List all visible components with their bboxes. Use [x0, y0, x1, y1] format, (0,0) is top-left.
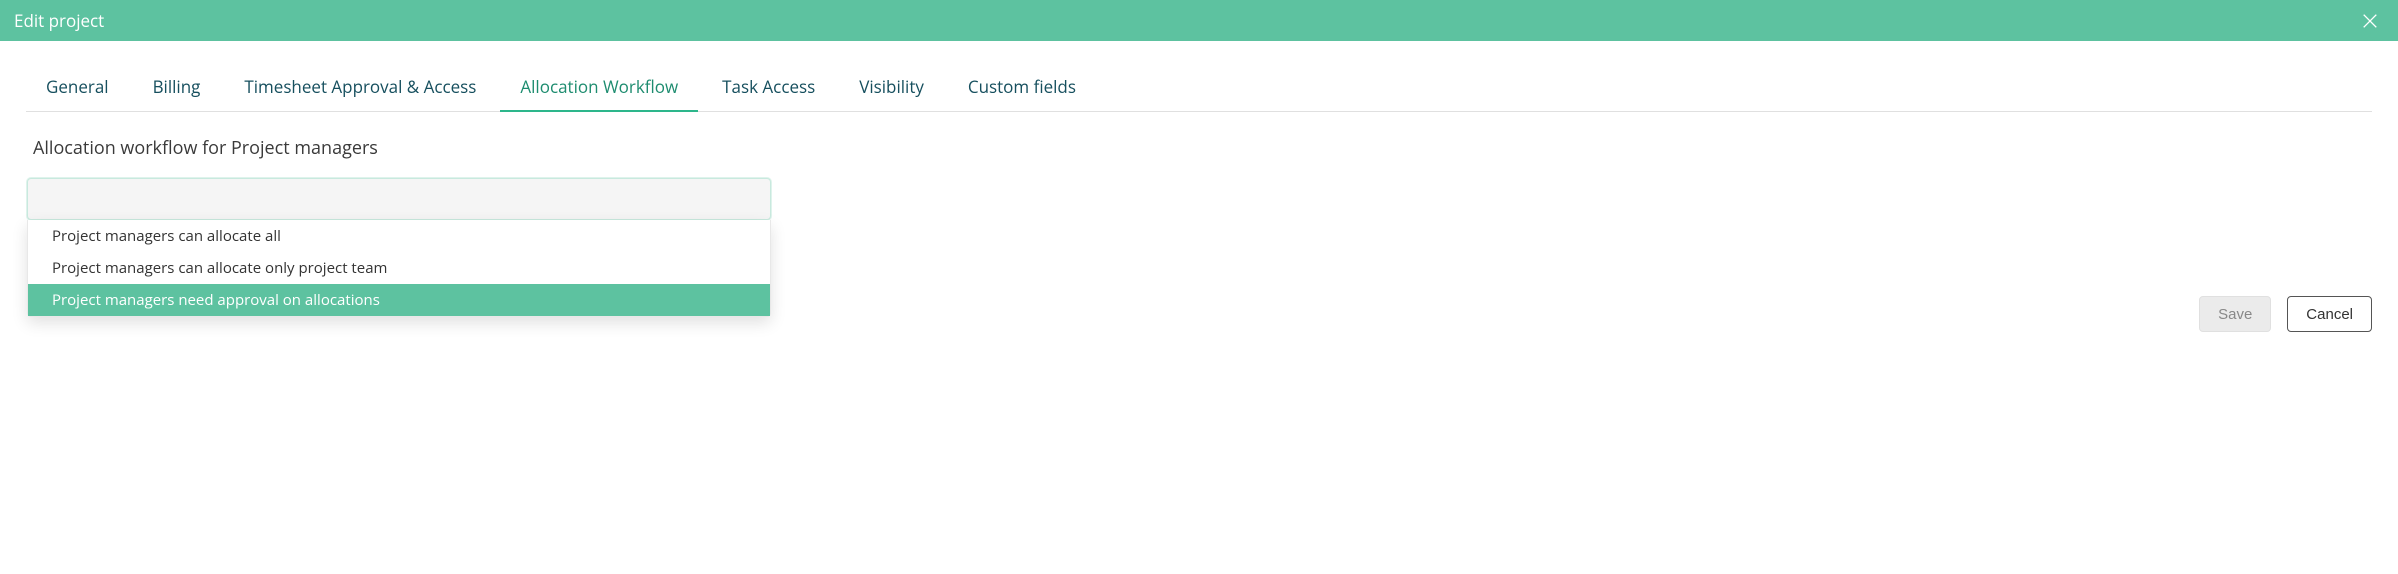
tab-timesheet-approval-access[interactable]: Timesheet Approval & Access [224, 75, 496, 111]
tab-custom-fields[interactable]: Custom fields [948, 75, 1096, 111]
tab-general[interactable]: General [26, 75, 129, 111]
tabs-list: General Billing Timesheet Approval & Acc… [26, 41, 2372, 112]
close-icon[interactable] [2360, 11, 2380, 31]
workflow-option-allocate-team[interactable]: Project managers can allocate only proje… [28, 252, 770, 284]
workflow-option-allocate-all[interactable]: Project managers can allocate all [28, 220, 770, 252]
tab-billing[interactable]: Billing [133, 75, 221, 111]
cancel-button[interactable]: Cancel [2287, 296, 2372, 332]
section-title: Allocation workflow for Project managers [33, 136, 2398, 160]
tab-visibility[interactable]: Visibility [839, 75, 944, 111]
save-button[interactable]: Save [2199, 296, 2271, 332]
workflow-dropdown: Project managers can allocate all Projec… [27, 178, 771, 220]
workflow-dropdown-list: Project managers can allocate all Projec… [27, 220, 771, 317]
workflow-dropdown-input[interactable] [27, 178, 771, 220]
tab-task-access[interactable]: Task Access [702, 75, 835, 111]
dialog-header: Edit project [0, 0, 2398, 41]
tab-allocation-workflow[interactable]: Allocation Workflow [500, 75, 698, 111]
dialog-footer: Save Cancel [2199, 296, 2372, 332]
dialog-title: Edit project [14, 9, 104, 32]
workflow-option-need-approval[interactable]: Project managers need approval on alloca… [28, 284, 770, 316]
